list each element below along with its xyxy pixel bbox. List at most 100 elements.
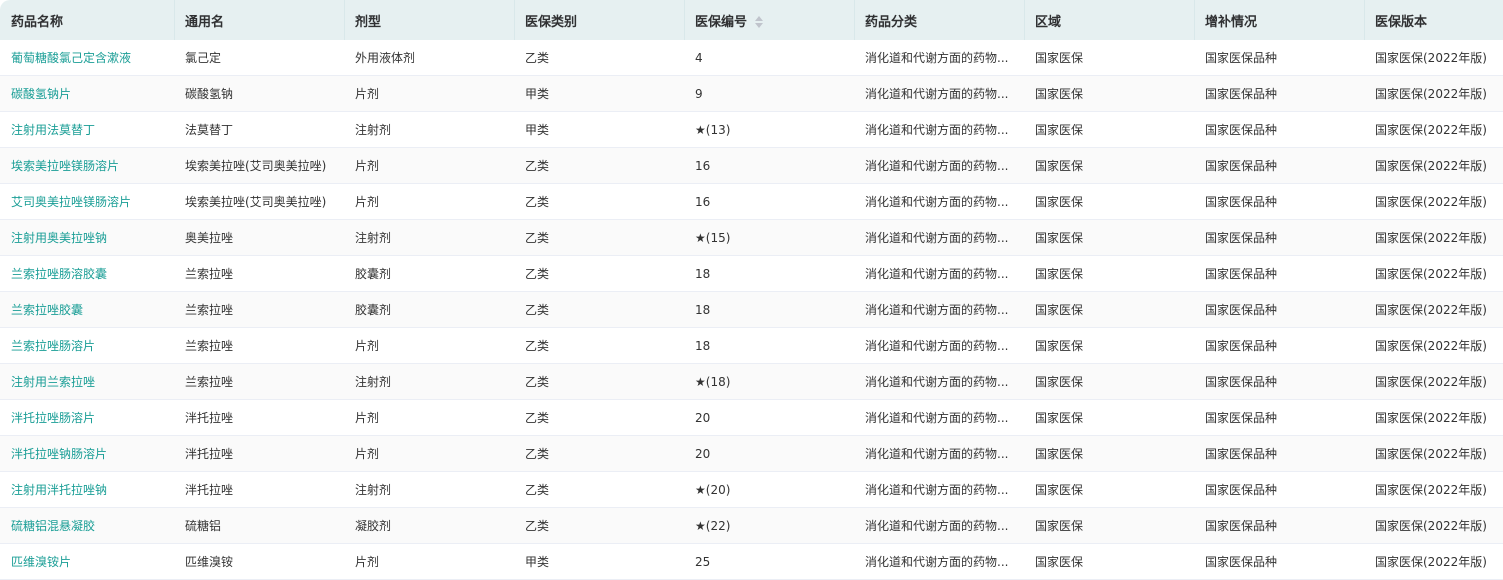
drug-name-link[interactable]: 硫糖铝混悬凝胶	[11, 519, 95, 533]
cell-supplement-text: 国家医保品种	[1205, 447, 1278, 461]
cell-generic-name: 兰索拉唑	[174, 328, 344, 364]
cell-region-text: 国家医保	[1035, 123, 1084, 137]
cell-version-text: 国家医保(2022年版)	[1375, 159, 1487, 173]
drug-name-link[interactable]: 注射用法莫替丁	[11, 123, 95, 137]
cell-drug-name[interactable]: 兰索拉唑肠溶片	[0, 328, 174, 364]
cell-generic-name-text: 泮托拉唑	[185, 411, 234, 425]
cell-drug-name[interactable]: 艾司奥美拉唑镁肠溶片	[0, 184, 174, 220]
cell-insurance-category-text: 乙类	[525, 375, 550, 389]
drug-name-link[interactable]: 兰索拉唑肠溶片	[11, 339, 95, 353]
header-version: 医保版本	[1364, 0, 1503, 40]
cell-drug-name[interactable]: 碳酸氢钠片	[0, 76, 174, 112]
cell-drug-class: 消化道和代谢方面的药物...	[854, 256, 1024, 292]
drug-name-link[interactable]: 泮托拉唑钠肠溶片	[11, 447, 107, 461]
cell-dosage-form: 外用液体剂	[344, 40, 514, 76]
cell-insurance-code-text: ★(13)	[695, 122, 731, 137]
table-row: 兰索拉唑肠溶片 兰索拉唑 片剂 乙类 18 消化道和代谢方面的药物... 国家医保 国家医保品…	[0, 328, 1503, 364]
cell-dosage-form: 注射剂	[344, 112, 514, 148]
cell-region-text: 国家医保	[1035, 447, 1084, 461]
sort-ascending-icon[interactable]	[755, 16, 764, 21]
cell-supplement-text: 国家医保品种	[1205, 339, 1278, 353]
cell-drug-class: 消化道和代谢方面的药物...	[854, 76, 1024, 112]
sort-caret-icon[interactable]	[755, 15, 764, 29]
cell-insurance-category-text: 甲类	[525, 123, 550, 137]
drug-name-link[interactable]: 艾司奥美拉唑镁肠溶片	[11, 195, 131, 209]
header-label: 医保类别	[525, 14, 578, 30]
cell-drug-name[interactable]: 注射用奥美拉唑钠	[0, 220, 174, 256]
cell-insurance-category-text: 乙类	[525, 51, 550, 65]
cell-generic-name-text: 埃索美拉唑(艾司奥美拉唑)	[185, 195, 327, 209]
drug-name-link[interactable]: 注射用奥美拉唑钠	[11, 231, 107, 245]
drug-name-link[interactable]: 匹维溴铵片	[11, 555, 71, 569]
cell-drug-name[interactable]: 泮托拉唑钠肠溶片	[0, 436, 174, 472]
cell-insurance-code: 18	[684, 328, 854, 364]
table-row: 泮托拉唑钠肠溶片 泮托拉唑 片剂 乙类 20 消化道和代谢方面的药物... 国家医保 国家医保…	[0, 436, 1503, 472]
cell-generic-name: 兰索拉唑	[174, 256, 344, 292]
cell-version-text: 国家医保(2022年版)	[1375, 123, 1487, 137]
header-label: 药品分类	[865, 14, 918, 30]
cell-insurance-code: 4	[684, 40, 854, 76]
cell-generic-name-text: 泮托拉唑	[185, 447, 234, 461]
cell-drug-name[interactable]: 兰索拉唑肠溶胶囊	[0, 256, 174, 292]
table-row: 兰索拉唑肠溶胶囊 兰索拉唑 胶囊剂 乙类 18 消化道和代谢方面的药物... 国家医保 国家医…	[0, 256, 1503, 292]
header-label: 通用名	[185, 14, 225, 30]
cell-generic-name: 泮托拉唑	[174, 400, 344, 436]
drug-name-link[interactable]: 兰索拉唑胶囊	[11, 303, 83, 317]
header-insurance-category: 医保类别	[514, 0, 684, 40]
cell-insurance-category-text: 乙类	[525, 411, 550, 425]
cell-drug-name[interactable]: 注射用法莫替丁	[0, 112, 174, 148]
cell-version: 国家医保(2022年版)	[1364, 472, 1503, 508]
cell-region-text: 国家医保	[1035, 267, 1084, 281]
cell-version-text: 国家医保(2022年版)	[1375, 87, 1487, 101]
cell-drug-name[interactable]: 埃索美拉唑镁肠溶片	[0, 148, 174, 184]
cell-insurance-code-text: ★(20)	[695, 482, 731, 497]
cell-dosage-form: 片剂	[344, 544, 514, 580]
drug-name-link[interactable]: 兰索拉唑肠溶胶囊	[11, 267, 107, 281]
cell-region-text: 国家医保	[1035, 231, 1084, 245]
cell-dosage-form-text: 片剂	[355, 411, 380, 425]
cell-version-text: 国家医保(2022年版)	[1375, 519, 1487, 533]
cell-drug-name[interactable]: 注射用兰索拉唑	[0, 364, 174, 400]
cell-drug-name[interactable]: 兰索拉唑胶囊	[0, 292, 174, 328]
cell-region-text: 国家医保	[1035, 519, 1084, 533]
cell-drug-name[interactable]: 注射用泮托拉唑钠	[0, 472, 174, 508]
cell-generic-name-text: 匹维溴铵	[185, 555, 234, 569]
cell-region-text: 国家医保	[1035, 483, 1084, 497]
cell-version: 国家医保(2022年版)	[1364, 112, 1503, 148]
cell-version-text: 国家医保(2022年版)	[1375, 195, 1487, 209]
cell-insurance-code: ★(20)	[684, 472, 854, 508]
drug-name-link[interactable]: 注射用兰索拉唑	[11, 375, 95, 389]
header-label[interactable]: 医保编号	[695, 15, 747, 30]
sort-descending-icon[interactable]	[755, 23, 764, 28]
cell-dosage-form-text: 片剂	[355, 339, 380, 353]
cell-drug-name[interactable]: 硫糖铝混悬凝胶	[0, 508, 174, 544]
header-insurance-code[interactable]: 医保编号	[684, 0, 854, 40]
cell-generic-name: 兰索拉唑	[174, 364, 344, 400]
cell-insurance-category: 乙类	[514, 148, 684, 184]
cell-region: 国家医保	[1024, 544, 1194, 580]
cell-dosage-form: 胶囊剂	[344, 256, 514, 292]
cell-region: 国家医保	[1024, 40, 1194, 76]
header-drug-class: 药品分类	[854, 0, 1024, 40]
drug-name-link[interactable]: 葡萄糖酸氯己定含漱液	[11, 51, 131, 65]
cell-drug-name[interactable]: 匹维溴铵片	[0, 544, 174, 580]
cell-insurance-category: 乙类	[514, 472, 684, 508]
drug-name-link[interactable]: 埃索美拉唑镁肠溶片	[11, 159, 119, 173]
cell-drug-class-text: 消化道和代谢方面的药物...	[865, 159, 1009, 173]
drug-name-link[interactable]: 碳酸氢钠片	[11, 87, 71, 101]
cell-drug-name[interactable]: 泮托拉唑肠溶片	[0, 400, 174, 436]
cell-insurance-code: ★(18)	[684, 364, 854, 400]
cell-generic-name: 埃索美拉唑(艾司奥美拉唑)	[174, 184, 344, 220]
cell-insurance-code-text: 9	[695, 86, 703, 101]
drug-name-link[interactable]: 泮托拉唑肠溶片	[11, 411, 95, 425]
header-label: 剂型	[355, 14, 382, 30]
cell-supplement-text: 国家医保品种	[1205, 87, 1278, 101]
cell-insurance-category: 乙类	[514, 220, 684, 256]
cell-insurance-category-text: 甲类	[525, 555, 550, 569]
cell-drug-class-text: 消化道和代谢方面的药物...	[865, 195, 1009, 209]
cell-dosage-form-text: 片剂	[355, 87, 380, 101]
drug-name-link[interactable]: 注射用泮托拉唑钠	[11, 483, 107, 497]
cell-insurance-code: 25	[684, 544, 854, 580]
cell-drug-name[interactable]: 葡萄糖酸氯己定含漱液	[0, 40, 174, 76]
cell-supplement: 国家医保品种	[1194, 472, 1364, 508]
